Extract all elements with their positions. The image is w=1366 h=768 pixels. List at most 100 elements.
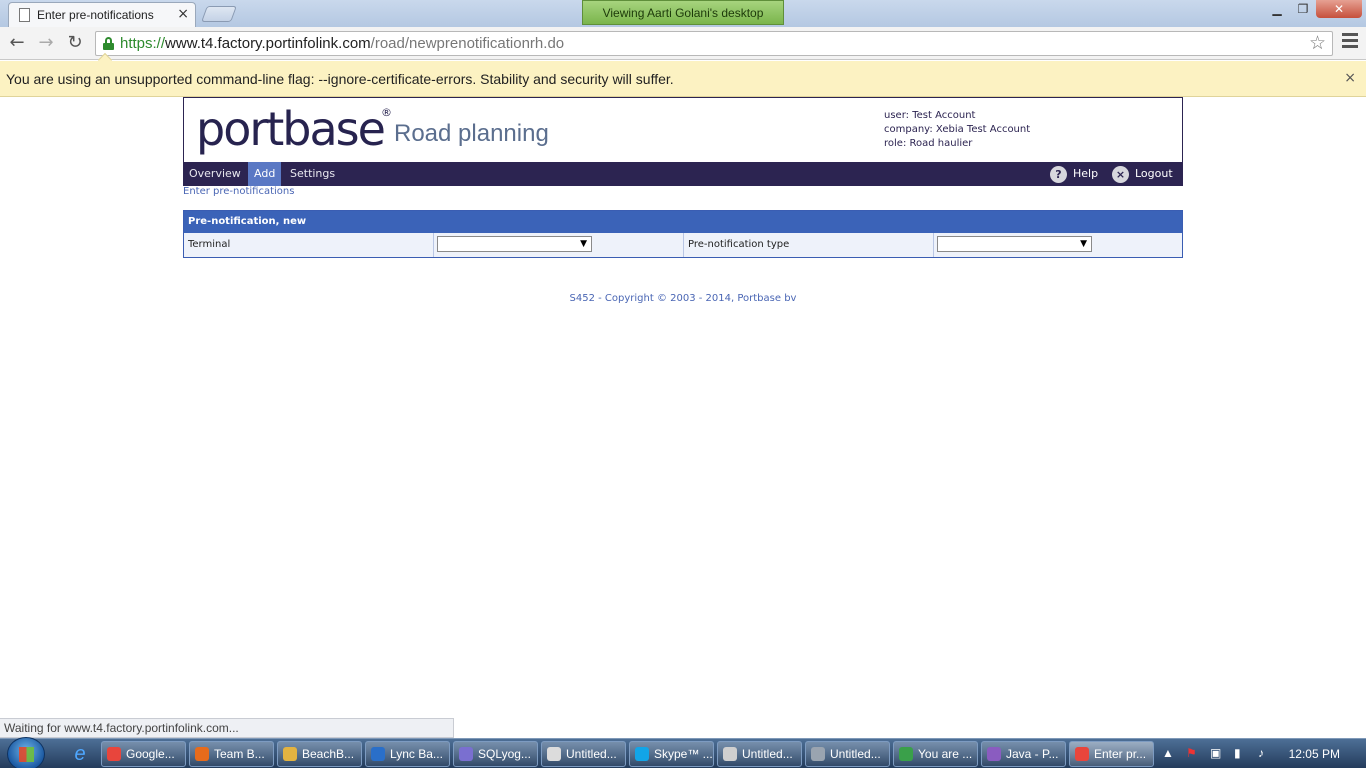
- url-text[interactable]: https://www.t4.factory.portinfolink.com/…: [120, 35, 564, 52]
- taskbar-item-label: Untitled...: [566, 747, 617, 761]
- browser-titlebar: Enter pre-notifications × Viewing Aarti …: [0, 0, 1366, 27]
- taskbar-item[interactable]: SQLyog...: [453, 741, 538, 767]
- nav-overview[interactable]: Overview: [183, 162, 247, 186]
- taskbar-item-label: Lync Ba...: [390, 747, 443, 761]
- taskbar-item-label: Untitled...: [830, 747, 881, 761]
- portbase-page: portbase ® Road planning user: Test Accou…: [183, 97, 1183, 258]
- forward-icon[interactable]: →: [35, 32, 57, 54]
- taskbar-item[interactable]: Untitled...: [717, 741, 802, 767]
- taskbar-clock[interactable]: 12:05 PM: [1289, 747, 1340, 761]
- reload-icon[interactable]: ↻: [64, 32, 86, 54]
- taskbar-item[interactable]: Untitled...: [541, 741, 626, 767]
- app-icon: [195, 747, 209, 761]
- ie-pinned-icon[interactable]: e: [64, 741, 96, 767]
- back-icon[interactable]: ←: [6, 32, 28, 54]
- breadcrumb[interactable]: Enter pre-notifications: [183, 186, 294, 197]
- address-bar[interactable]: https://www.t4.factory.portinfolink.com/…: [95, 31, 1333, 56]
- form-panel-title: Pre-notification, new: [184, 211, 1182, 233]
- browser-toolbar: ← → ↻ https://www.t4.factory.portinfolin…: [0, 27, 1366, 60]
- taskbar-item[interactable]: You are ...: [893, 741, 978, 767]
- url-path: /road/newprenotificationrh.do: [370, 35, 565, 52]
- infobar-close-icon[interactable]: ×: [1344, 70, 1356, 86]
- taskbar-item[interactable]: Java - P...: [981, 741, 1066, 767]
- taskbar-item-label: Untitled...: [742, 747, 793, 761]
- dropdown-arrow-icon: ▼: [580, 239, 587, 249]
- site-header: portbase ® Road planning user: Test Accou…: [183, 97, 1183, 162]
- windows-taskbar: e Google... Team B... BeachB... Lync Ba... S…: [0, 737, 1366, 768]
- type-cell: ▼: [934, 233, 1184, 257]
- bookmark-star-icon[interactable]: ☆: [1309, 32, 1326, 54]
- role-value: Road haulier: [909, 138, 973, 149]
- help-label: Help: [1073, 167, 1099, 180]
- help-icon: ?: [1050, 165, 1067, 183]
- app-icon: [987, 747, 1001, 761]
- app-icon: [635, 747, 649, 761]
- form-row: Terminal ▼ Pre-notification type ▼: [184, 233, 1182, 257]
- logout-label: Logout: [1135, 167, 1173, 180]
- terminal-select[interactable]: ▼: [437, 236, 592, 252]
- role-label: role:: [884, 138, 907, 149]
- help-link[interactable]: ? Help: [1050, 162, 1098, 186]
- terminal-cell: ▼: [434, 233, 684, 257]
- logo-text: portbase: [196, 102, 386, 156]
- app-subtitle: Road planning: [394, 120, 549, 147]
- taskbar-item[interactable]: Skype™ ...: [629, 741, 714, 767]
- new-tab-button[interactable]: [201, 6, 237, 22]
- close-window-button[interactable]: ✕: [1316, 0, 1362, 18]
- dropdown-arrow-icon: ▼: [1080, 239, 1087, 249]
- taskbar-item[interactable]: BeachB...: [277, 741, 362, 767]
- taskbar-item-label: You are ...: [918, 747, 973, 761]
- lock-icon: [103, 37, 114, 50]
- page-icon: [19, 8, 30, 22]
- taskbar-item-label: Skype™ ...: [654, 747, 713, 761]
- restore-button[interactable]: ❐: [1290, 0, 1316, 18]
- company-label: company:: [884, 124, 933, 135]
- warning-infobar: You are using an unsupported command-lin…: [0, 52, 1366, 97]
- status-bubble: Waiting for www.t4.factory.portinfolink.…: [0, 718, 454, 738]
- start-button[interactable]: [7, 737, 45, 768]
- app-icon: [371, 747, 385, 761]
- app-icon: [811, 747, 825, 761]
- logout-link[interactable]: × Logout: [1112, 162, 1173, 186]
- windows-logo-icon: [19, 747, 34, 762]
- taskbar-item[interactable]: Untitled...: [805, 741, 890, 767]
- url-host: www.t4.factory.portinfolink.com: [165, 35, 371, 52]
- page-footer: S452 - Copyright © 2003 - 2014, Portbase…: [569, 293, 797, 304]
- taskbar-item[interactable]: Enter pr...: [1069, 741, 1154, 767]
- taskbar-item-label: Java - P...: [1006, 747, 1059, 761]
- main-nav: Overview Add Settings ? Help × Logout: [183, 162, 1183, 186]
- network-signal-icon[interactable]: ▮: [1234, 746, 1241, 760]
- power-icon[interactable]: ▣: [1210, 746, 1221, 760]
- url-scheme: https://: [120, 35, 166, 52]
- nav-add[interactable]: Add: [248, 162, 282, 186]
- taskbar-item-label: SQLyog...: [478, 747, 531, 761]
- taskbar-item[interactable]: Google...: [101, 741, 186, 767]
- app-icon: [899, 747, 913, 761]
- tray-expand-icon[interactable]: ▲: [1162, 746, 1174, 760]
- logo-registered-mark: ®: [380, 106, 392, 119]
- type-select[interactable]: ▼: [937, 236, 1092, 252]
- terminal-label: Terminal: [184, 233, 434, 257]
- window-controls: ▁ ❐ ✕: [1264, 0, 1362, 20]
- taskbar-item[interactable]: Lync Ba...: [365, 741, 450, 767]
- action-center-flag-icon[interactable]: ⚑: [1186, 746, 1197, 760]
- portbase-logo[interactable]: portbase ®: [196, 102, 392, 156]
- user-value: Test Account: [912, 110, 976, 121]
- remote-viewing-banner: Viewing Aarti Golani's desktop: [582, 0, 784, 25]
- volume-icon[interactable]: ♪: [1258, 746, 1264, 760]
- app-icon: [459, 747, 473, 761]
- minimize-button[interactable]: ▁: [1264, 0, 1290, 18]
- infobar-message: You are using an unsupported command-lin…: [6, 71, 674, 87]
- logout-icon: ×: [1112, 165, 1129, 183]
- app-icon: [1075, 747, 1089, 761]
- browser-tab-active[interactable]: Enter pre-notifications ×: [8, 2, 196, 27]
- app-icon: [107, 747, 121, 761]
- taskbar-item[interactable]: Team B...: [189, 741, 274, 767]
- taskbar-item-label: Enter pr...: [1094, 747, 1147, 761]
- company-value: Xebia Test Account: [935, 124, 1031, 135]
- nav-settings[interactable]: Settings: [284, 162, 341, 186]
- browser-menu-icon[interactable]: [1342, 33, 1358, 51]
- app-icon: [723, 747, 737, 761]
- user-info: user: Test Account company: Xebia Test A…: [884, 109, 1030, 151]
- tab-close-icon[interactable]: ×: [177, 6, 189, 22]
